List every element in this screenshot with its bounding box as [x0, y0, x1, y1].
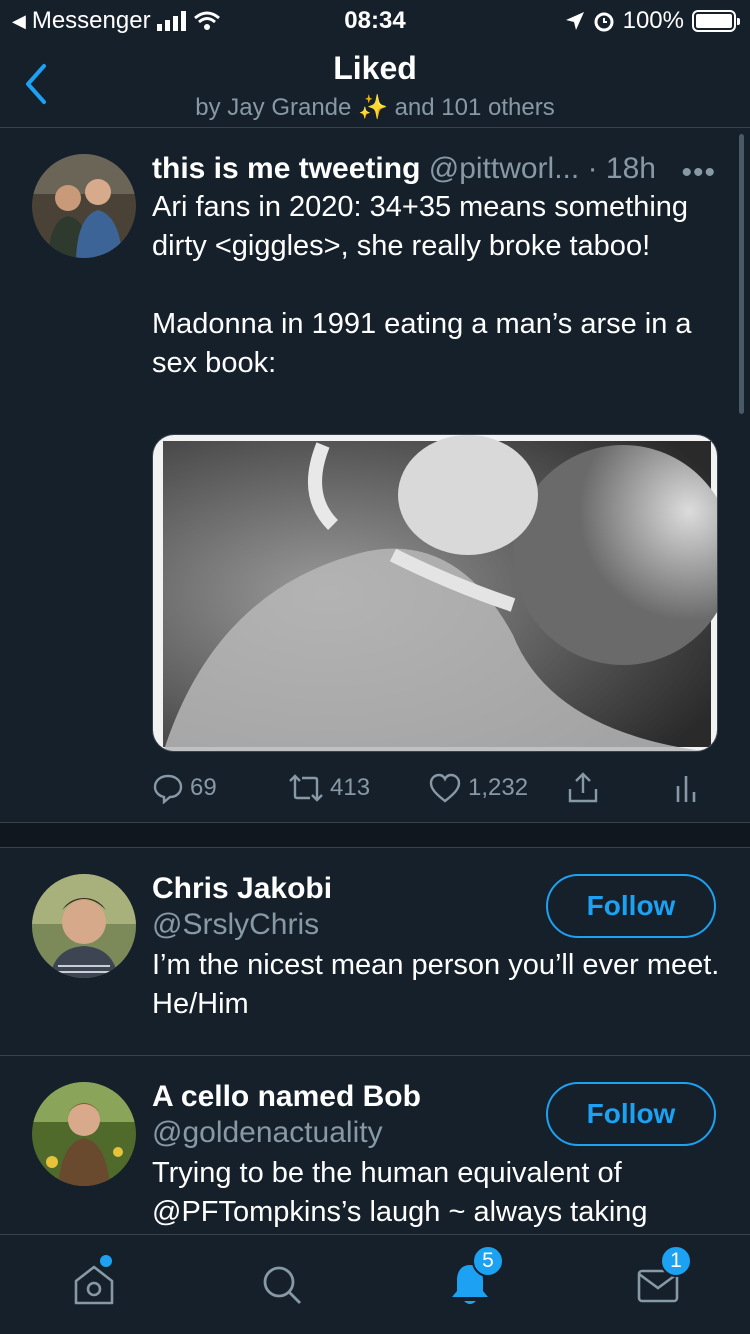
avatar-photo [32, 1082, 136, 1186]
section-separator [0, 822, 750, 848]
reply-icon [153, 774, 183, 804]
home-icon [74, 1265, 114, 1305]
user-row[interactable]: A cello named Bob @goldenactuality Tryin… [0, 1056, 750, 1236]
retweet-count: 413 [330, 774, 371, 801]
user-handle[interactable]: @SrslyChris [152, 908, 319, 942]
retweet-icon [289, 774, 323, 802]
page-subtitle[interactable]: by Jay Grande ✨ and 101 others [0, 93, 750, 122]
user-row[interactable]: Chris Jakobi @SrslyChris I’m the nicest … [0, 848, 750, 1056]
tab-notifications[interactable]: 5 [446, 1245, 504, 1309]
tweet-header: this is me tweeting @pittworl... · 18h [152, 150, 722, 188]
page-title: Liked [333, 50, 417, 86]
battery-icon [692, 10, 740, 32]
analytics-button[interactable] [674, 766, 698, 810]
nav-bar: Liked by Jay Grande ✨ and 101 others [0, 40, 750, 128]
user-bio: I’m the nicest mean person you’ll ever m… [152, 949, 720, 1020]
retweet-button[interactable]: 413 [288, 766, 370, 810]
like-icon [429, 773, 461, 803]
search-icon [263, 1266, 301, 1304]
avatar[interactable] [32, 154, 136, 258]
avatar[interactable] [32, 1082, 136, 1186]
reply-button[interactable]: 69 [152, 766, 217, 810]
avatar[interactable] [32, 874, 136, 978]
tweet-actions: 69 413 1,232 [152, 766, 712, 810]
avatar-photo [32, 874, 136, 978]
location-icon [565, 12, 584, 30]
share-button[interactable] [566, 766, 600, 810]
tab-messages[interactable]: 1 [634, 1245, 692, 1309]
battery-percent: 100% [622, 7, 684, 34]
tweet-text: Ari fans in 2020: 34+35 means something … [152, 191, 692, 379]
user-handle[interactable]: @goldenactuality [152, 1116, 383, 1150]
follow-button[interactable]: Follow [546, 874, 716, 938]
tweet-author-handle[interactable]: @pittworl... [429, 152, 579, 185]
tweet[interactable]: this is me tweeting @pittworl... · 18h •… [0, 130, 750, 822]
follow-button[interactable]: Follow [546, 1082, 716, 1146]
messages-badge: 1 [660, 1245, 692, 1277]
tweet-author-name[interactable]: this is me tweeting [152, 152, 420, 185]
tab-bar: 5 1 [0, 1234, 750, 1334]
share-icon [568, 772, 598, 803]
user-name[interactable]: A cello named Bob [152, 1080, 421, 1114]
battery-fill [696, 14, 732, 28]
reply-count: 69 [190, 774, 217, 801]
tab-home[interactable] [70, 1255, 118, 1309]
user-name[interactable]: Chris Jakobi [152, 872, 332, 906]
more-icon[interactable]: ••• [681, 156, 716, 190]
like-button[interactable]: 1,232 [428, 766, 528, 810]
alarm-icon [594, 12, 614, 32]
analytics-icon [676, 776, 696, 802]
status-bar: ◀ Messenger 08:34 100% [0, 0, 750, 40]
tab-search[interactable] [258, 1261, 306, 1309]
tweet-image[interactable] [152, 434, 718, 752]
home-unread-dot [100, 1255, 112, 1267]
user-bio: Trying to be the human equivalent of @PF… [152, 1157, 648, 1228]
avatar-photo [32, 154, 136, 258]
like-count: 1,232 [468, 774, 529, 801]
tweet-time: · 18h [587, 152, 656, 185]
tweet-photo [153, 435, 717, 751]
notifications-badge: 5 [472, 1245, 504, 1277]
status-right: 100% [565, 7, 740, 35]
